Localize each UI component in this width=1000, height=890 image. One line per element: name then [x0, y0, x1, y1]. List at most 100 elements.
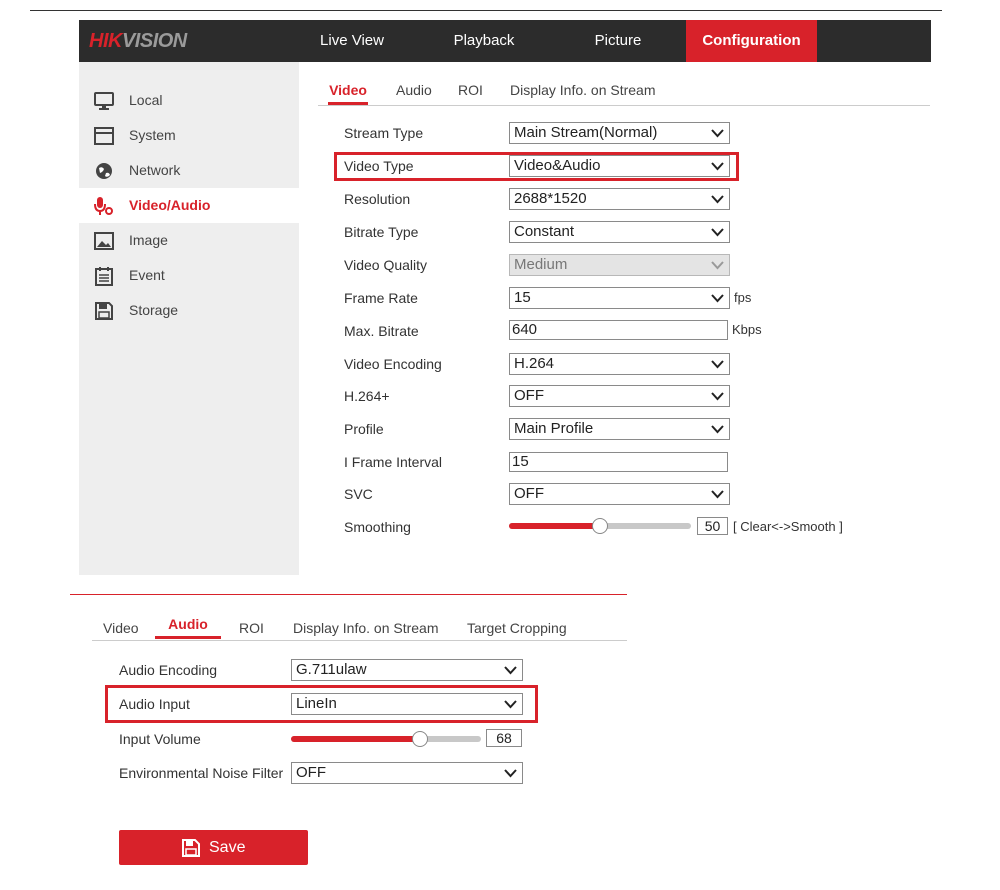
bitrate-type-select[interactable]: Constant	[509, 221, 730, 243]
h264-plus-label: H.264+	[344, 388, 390, 404]
sidebar-item-label: Image	[129, 232, 168, 248]
monitor-icon	[94, 92, 114, 110]
smoothing-slider[interactable]	[509, 518, 691, 534]
tab-video[interactable]: Video	[103, 614, 139, 643]
h264-plus-value: OFF	[514, 387, 544, 404]
smoothing-value[interactable]: 50	[697, 517, 728, 535]
tab-audio[interactable]: Audio	[396, 76, 432, 105]
save-disk-icon	[182, 839, 200, 857]
nav-playback[interactable]: Playback	[439, 20, 529, 62]
resolution-select[interactable]: 2688*1520	[509, 188, 730, 210]
frame-rate-unit: fps	[734, 290, 752, 305]
audio-panel-divider	[70, 594, 627, 595]
image-icon	[94, 232, 114, 250]
video-encoding-value: H.264	[514, 355, 555, 372]
globe-icon	[96, 163, 112, 179]
chevron-down-icon	[711, 261, 724, 270]
sidebar-item-label: Network	[129, 162, 181, 178]
sidebar-item-image[interactable]: Image	[79, 223, 299, 258]
svc-label: SVC	[344, 486, 373, 502]
resolution-value: 2688*1520	[514, 190, 587, 207]
bitrate-type-value: Constant	[514, 223, 575, 240]
save-disk-icon	[95, 302, 113, 320]
save-button[interactable]: Save	[119, 830, 308, 865]
resolution-label: Resolution	[344, 191, 411, 207]
max-bitrate-input[interactable]: 640	[509, 320, 728, 340]
video-type-highlight	[334, 152, 739, 181]
sidebar-item-network[interactable]: Network	[79, 153, 299, 188]
noise-filter-label: Environmental Noise Filter	[119, 765, 284, 781]
stream-type-label: Stream Type	[344, 125, 424, 141]
hikvision-logo: HIKVISION	[89, 30, 187, 52]
sidebar-item-video-audio[interactable]: Video/Audio	[79, 188, 299, 223]
frame-rate-label: Frame Rate	[344, 290, 418, 306]
config-sidebar: Local System Network Video/Audio Image E…	[79, 62, 299, 575]
smoothing-label: Smoothing	[344, 519, 411, 535]
tab-display-info[interactable]: Display Info. on Stream	[293, 614, 439, 643]
tab-display-info[interactable]: Display Info. on Stream	[510, 76, 656, 105]
video-settings-tabs: Video Audio ROI Display Info. on Stream	[318, 76, 930, 106]
video-quality-value: Medium	[514, 256, 568, 273]
calendar-icon	[95, 267, 113, 286]
video-quality-select: Medium	[509, 254, 730, 276]
nav-picture[interactable]: Picture	[573, 20, 663, 62]
smoothing-slider-fill	[509, 523, 600, 529]
h264-plus-select[interactable]: OFF	[509, 385, 730, 407]
chevron-down-icon	[711, 490, 724, 499]
profile-label: Profile	[344, 421, 384, 437]
input-volume-slider-thumb[interactable]	[412, 731, 428, 747]
chevron-down-icon	[711, 228, 724, 237]
tab-audio[interactable]: Audio	[155, 610, 221, 639]
nav-configuration[interactable]: Configuration	[686, 20, 817, 62]
max-bitrate-unit: Kbps	[732, 322, 762, 337]
nav-live-view[interactable]: Live View	[307, 20, 397, 62]
noise-filter-value: OFF	[296, 764, 326, 781]
video-encoding-select[interactable]: H.264	[509, 353, 730, 375]
sidebar-item-label: Event	[129, 267, 165, 283]
max-bitrate-label: Max. Bitrate	[344, 323, 419, 339]
chevron-down-icon	[711, 425, 724, 434]
sidebar-item-local[interactable]: Local	[79, 83, 299, 118]
chevron-down-icon	[711, 360, 724, 369]
input-volume-value[interactable]: 68	[486, 729, 522, 747]
profile-value: Main Profile	[514, 420, 594, 437]
input-volume-slider-fill	[291, 736, 420, 742]
tab-roi[interactable]: ROI	[239, 614, 264, 643]
smoothing-range-hint: [ Clear<->Smooth ]	[733, 519, 843, 534]
video-quality-label: Video Quality	[344, 257, 428, 273]
stream-type-select[interactable]: Main Stream(Normal)	[509, 122, 730, 144]
sidebar-item-label: Storage	[129, 302, 179, 318]
smoothing-slider-thumb[interactable]	[592, 518, 608, 534]
svc-value: OFF	[514, 485, 544, 502]
input-volume-label: Input Volume	[119, 731, 201, 747]
bitrate-type-label: Bitrate Type	[344, 224, 419, 240]
chevron-down-icon	[711, 392, 724, 401]
chevron-down-icon	[504, 769, 517, 778]
tab-video[interactable]: Video	[328, 76, 368, 105]
input-volume-slider[interactable]	[291, 731, 481, 747]
sidebar-item-label: Local	[129, 92, 163, 108]
save-label: Save	[209, 839, 246, 856]
chevron-down-icon	[711, 129, 724, 138]
iframe-interval-input[interactable]: 15	[509, 452, 728, 472]
audio-encoding-value: G.711ulaw	[296, 661, 367, 678]
chevron-down-icon	[711, 294, 724, 303]
audio-encoding-select[interactable]: G.711ulaw	[291, 659, 523, 681]
sidebar-item-event[interactable]: Event	[79, 258, 299, 293]
stream-type-value: Main Stream(Normal)	[514, 124, 658, 141]
sidebar-item-storage[interactable]: Storage	[79, 293, 299, 328]
audio-input-highlight	[105, 685, 538, 723]
sidebar-item-label: Video/Audio	[129, 197, 211, 213]
frame-rate-value: 15	[514, 289, 531, 306]
frame-rate-select[interactable]: 15	[509, 287, 730, 309]
tab-target-cropping[interactable]: Target Cropping	[467, 614, 567, 643]
profile-select[interactable]: Main Profile	[509, 418, 730, 440]
noise-filter-select[interactable]: OFF	[291, 762, 523, 784]
video-encoding-label: Video Encoding	[344, 356, 442, 372]
iframe-interval-label: I Frame Interval	[344, 454, 443, 470]
sidebar-item-system[interactable]: System	[79, 118, 299, 153]
svc-select[interactable]: OFF	[509, 483, 730, 505]
microphone-icon	[94, 197, 113, 215]
tab-roi[interactable]: ROI	[458, 76, 483, 105]
sidebar-item-label: System	[129, 127, 176, 143]
